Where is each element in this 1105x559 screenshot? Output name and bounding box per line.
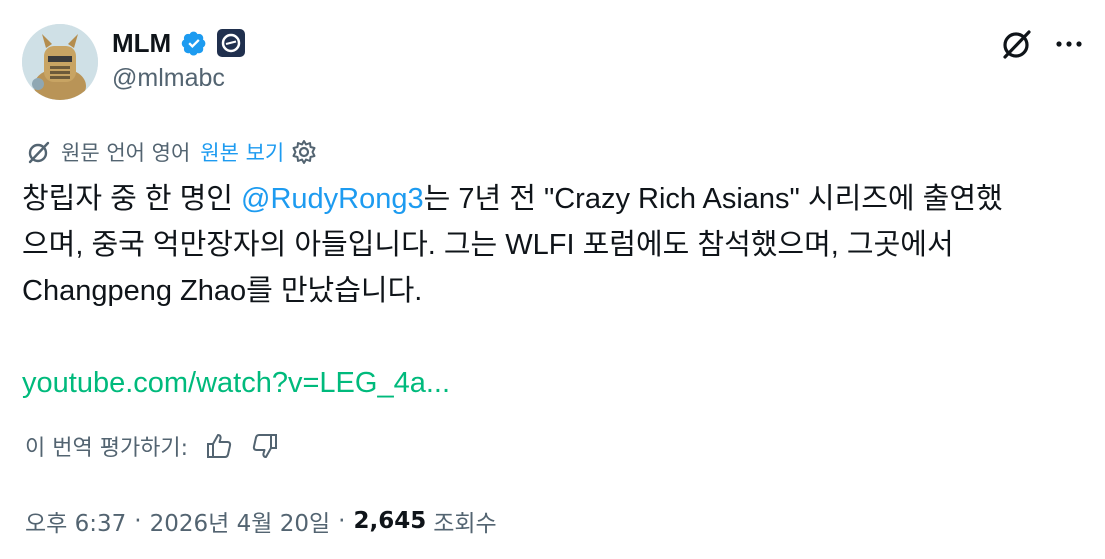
post-line-2: 으며, 중국 억만장자의 아들입니다. 그는 WLFI 포럼에도 참석했으며, … <box>22 229 954 261</box>
translation-language-label: 원문 언어 영어 <box>61 141 191 165</box>
external-url-link[interactable]: youtube.com/watch?v=LEG_4a... <box>22 367 450 399</box>
post-text: 창립자 중 한 명인 @RudyRong3는 7년 전 "Crazy Rich … <box>22 176 1092 406</box>
more-options-icon[interactable] <box>1051 26 1087 62</box>
views-label: 조회수 <box>433 511 497 537</box>
post-meta: 오후 6:37 · 2026년 4월 20일 · 2,645 조회수 <box>25 504 497 538</box>
meta-separator: · <box>338 508 346 534</box>
translation-settings-icon[interactable] <box>290 138 318 166</box>
post-line-link: youtube.com/watch?v=LEG_4a... <box>22 360 1092 406</box>
affiliate-badge-icon[interactable] <box>217 29 246 57</box>
thumbs-up-icon[interactable] <box>204 431 234 461</box>
grok-translate-icon <box>25 138 53 166</box>
views-count[interactable]: 2,645 <box>353 508 426 534</box>
translation-notice: 원문 언어 영어 원본 보기 <box>25 137 318 167</box>
post-line-3: Changpeng Zhao를 만났습니다. <box>22 275 423 307</box>
post-text-segment: 창립자 중 한 명인 <box>22 183 241 215</box>
author-display-name[interactable]: MLM <box>112 28 171 59</box>
grok-icon[interactable] <box>999 26 1035 62</box>
mention-link[interactable]: @RudyRong3 <box>241 183 424 215</box>
avatar[interactable] <box>22 24 98 100</box>
show-original-link[interactable]: 원본 보기 <box>200 137 284 167</box>
rating-label: 이 번역 평가하기: <box>25 436 189 461</box>
avatar-image <box>22 24 98 100</box>
thumbs-down-icon[interactable] <box>250 431 280 461</box>
post-text-segment: 는 7년 전 "Crazy Rich Asians" 시리즈에 출연했 <box>423 183 1003 215</box>
meta-separator: · <box>134 508 142 534</box>
post-line-1: 창립자 중 한 명인 @RudyRong3는 7년 전 "Crazy Rich … <box>22 176 1092 222</box>
post-time[interactable]: 오후 6:37 <box>25 504 126 538</box>
verified-badge-icon[interactable] <box>181 30 207 56</box>
translation-rating: 이 번역 평가하기: <box>25 430 280 462</box>
author-handle[interactable]: @mlmabc <box>112 64 225 93</box>
post-date[interactable]: 2026년 4월 20일 <box>150 504 331 538</box>
post-actions-top <box>999 26 1087 62</box>
author-name-row: MLM <box>112 26 246 60</box>
